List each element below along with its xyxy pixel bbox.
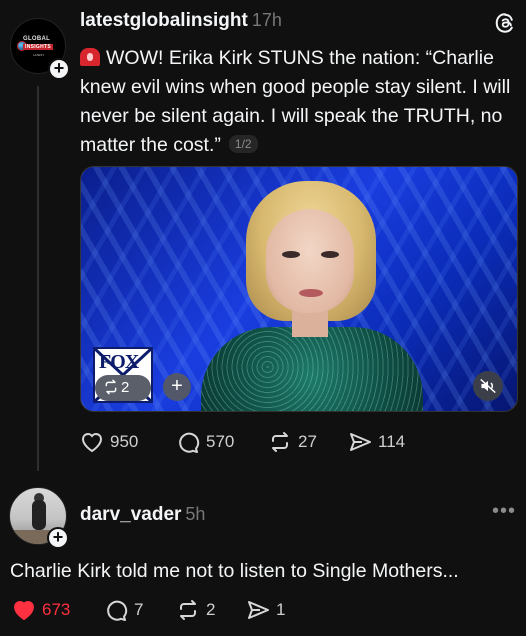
post-time: 17h <box>251 10 282 30</box>
like-count: 950 <box>110 432 139 451</box>
repost-icon <box>105 379 117 395</box>
video-repost-count: 2 <box>121 379 130 396</box>
comment-icon <box>107 600 128 621</box>
post-body: WOW! Erika Kirk STUNS the nation: “Charl… <box>80 47 511 156</box>
mute-button[interactable] <box>473 371 503 401</box>
reply-reply-button[interactable]: 7 <box>104 598 143 622</box>
share-icon <box>350 433 371 451</box>
author-header: latestglobalinsight 17h <box>80 10 282 32</box>
threads-logo-icon[interactable] <box>494 12 516 34</box>
reply-count: 570 <box>206 432 235 451</box>
reply-time: 5h <box>185 504 206 524</box>
reply-author-header: darv_vader 5h <box>80 504 205 526</box>
avatar-logo-line3: LATEST <box>33 53 45 57</box>
share-button[interactable]: 114 <box>348 430 405 454</box>
reply-share-button[interactable]: 1 <box>246 598 285 622</box>
repost-button[interactable]: 27 <box>268 430 317 454</box>
video-plus-icon[interactable]: + <box>163 373 191 401</box>
post: GLOBAL INSIGHTS LATEST + latestglobalins… <box>0 0 526 480</box>
follow-plus-icon[interactable]: + <box>47 527 69 549</box>
post-actions: 950 570 27 114 <box>80 430 520 454</box>
repost-icon <box>180 600 196 620</box>
repost-count: 27 <box>298 432 317 451</box>
siren-icon <box>80 48 100 66</box>
reply-post: + darv_vader 5h ••• Charlie Kirk told me … <box>0 480 526 636</box>
video-repost-pill[interactable]: 2 <box>95 375 151 401</box>
channel-logo-text: FOX <box>99 351 139 373</box>
video-player[interactable]: FOX 2 + <box>80 166 518 412</box>
reply-text: Charlie Kirk told me not to listen to Si… <box>10 560 459 582</box>
more-icon[interactable]: ••• <box>492 501 516 521</box>
repost-icon <box>272 432 288 452</box>
reply-share-count: 1 <box>276 600 286 619</box>
post-text: WOW! Erika Kirk STUNS the nation: “Charl… <box>80 44 520 160</box>
comment-icon <box>179 432 200 453</box>
video-subject-face <box>266 209 354 313</box>
reply-reply-count: 7 <box>134 600 144 619</box>
share-count: 114 <box>378 432 406 451</box>
reply-button[interactable]: 570 <box>176 430 234 454</box>
share-icon <box>248 601 269 619</box>
heart-icon <box>81 433 103 453</box>
reply-author-username[interactable]: darv_vader <box>80 504 181 525</box>
reply-actions: 673 7 2 1 <box>12 598 512 622</box>
reply-repost-button[interactable]: 2 <box>176 598 215 622</box>
like-button[interactable]: 950 <box>80 430 138 454</box>
mute-icon <box>480 378 496 394</box>
avatar-logo-line2: INSIGHTS <box>23 44 54 50</box>
thread-line <box>37 86 39 471</box>
reply-repost-count: 2 <box>206 600 216 619</box>
reply-like-button[interactable]: 673 <box>12 598 70 622</box>
follow-plus-icon[interactable]: + <box>48 58 70 80</box>
heart-icon <box>13 601 35 621</box>
carousel-pager: 1/2 <box>228 135 258 153</box>
author-username[interactable]: latestglobalinsight <box>80 10 248 31</box>
reply-like-count: 673 <box>42 600 71 619</box>
avatar-logo-line1: GLOBAL <box>23 36 51 42</box>
